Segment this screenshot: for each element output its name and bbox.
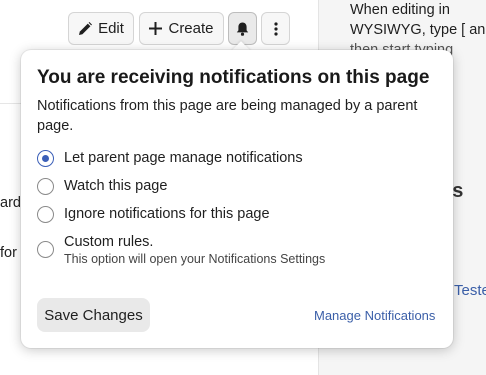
option-label: Let parent page manage notifications <box>64 150 303 166</box>
vertical-ellipsis-icon <box>273 21 278 36</box>
option-label: Ignore notifications for this page <box>64 206 270 222</box>
edit-button-label: Edit <box>98 20 124 37</box>
option-sublabel: This option will open your Notifications… <box>64 252 326 266</box>
hint-line: When editing in <box>350 2 450 18</box>
plus-icon <box>149 22 163 35</box>
more-options-button[interactable] <box>261 12 290 45</box>
edit-button[interactable]: Edit <box>68 12 134 45</box>
option-label: Watch this page <box>64 178 168 194</box>
bell-icon <box>236 22 249 36</box>
create-button[interactable]: Create <box>139 12 224 45</box>
body-text-fragment: ard <box>0 195 21 211</box>
pencil-icon <box>78 21 93 36</box>
radio-button[interactable] <box>37 178 54 195</box>
create-button-label: Create <box>168 20 214 37</box>
notifications-button[interactable] <box>228 12 257 45</box>
option-watch-page[interactable]: Watch this page <box>37 178 167 195</box>
manage-notifications-link[interactable]: Manage Notifications <box>314 308 435 323</box>
option-label: Custom rules. <box>64 234 154 250</box>
radio-button[interactable] <box>37 241 54 258</box>
option-custom-rules[interactable]: Custom rules. This option will open your… <box>37 234 325 267</box>
body-text-fragment: for <box>0 245 17 261</box>
popover-description: Notifications from this page are being m… <box>37 98 418 134</box>
option-parent-manage[interactable]: Let parent page manage notifications <box>37 150 303 167</box>
radio-button[interactable] <box>37 206 54 223</box>
sidebar-link[interactable]: Teste <box>454 282 486 299</box>
radio-button[interactable] <box>37 150 54 167</box>
popover-title: You are receiving notifications on this … <box>37 67 430 88</box>
notifications-popover: You are receiving notifications on this … <box>21 50 453 348</box>
save-changes-button[interactable]: Save Changes <box>37 298 150 332</box>
option-ignore-page[interactable]: Ignore notifications for this page <box>37 206 270 223</box>
hint-line: WYSIWYG, type [ and <box>350 22 486 38</box>
